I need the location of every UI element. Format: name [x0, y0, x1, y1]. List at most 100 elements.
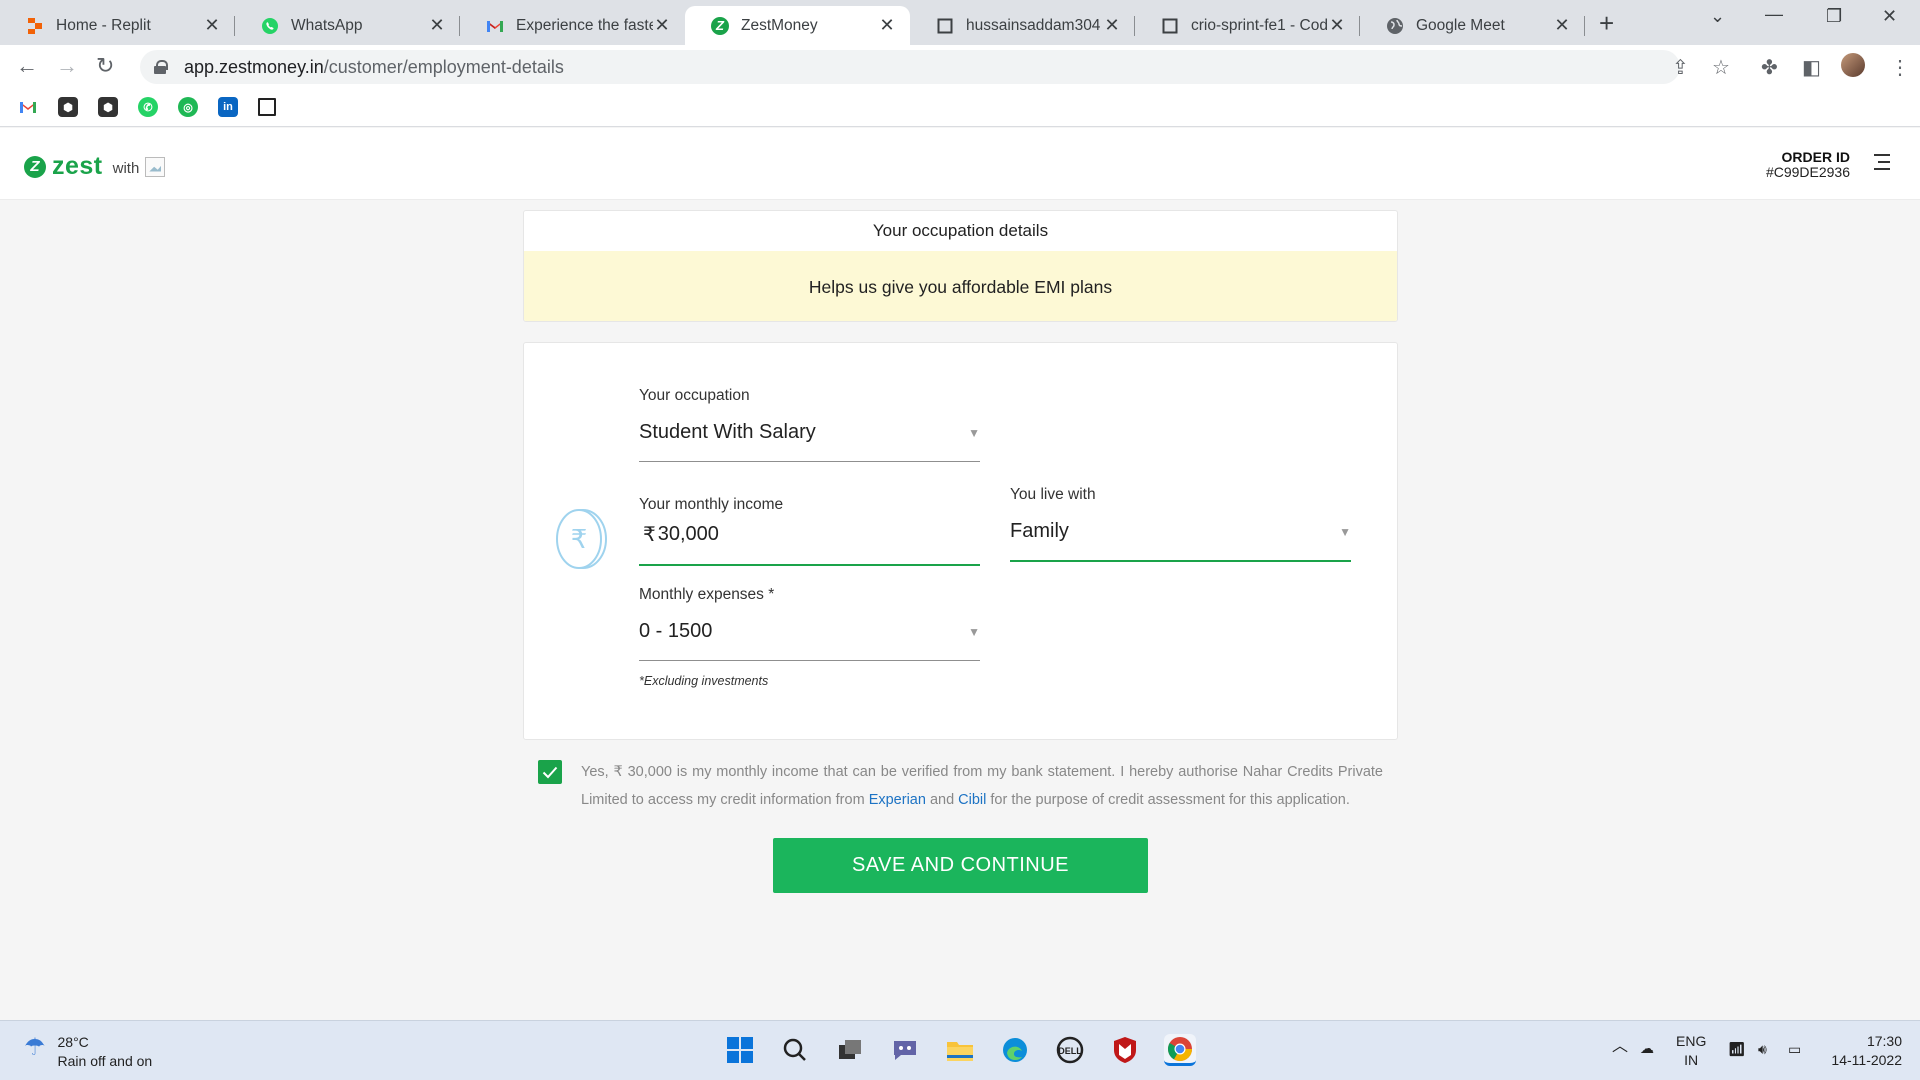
tab-google-meet[interactable]: Google Meet ✕ — [1360, 6, 1585, 45]
extensions-puzzle-icon[interactable]: ✤ — [1761, 55, 1778, 80]
tab-title: Google Meet — [1416, 16, 1505, 34]
weather-description: Rain off and on — [57, 1053, 153, 1069]
globe-icon — [1386, 17, 1404, 35]
tab-replit[interactable]: Home - Replit ✕ — [0, 6, 235, 45]
tab-whatsapp[interactable]: WhatsApp ✕ — [235, 6, 460, 45]
battery-icon[interactable]: ▭ — [1788, 1040, 1801, 1059]
windows-start-icon[interactable] — [724, 1034, 756, 1066]
hex-bookmark-icon[interactable]: ⬢ — [58, 97, 78, 117]
tab-gmail[interactable]: Experience the fastest ✕ — [460, 6, 685, 45]
restore-icon[interactable]: ❐ — [1826, 6, 1842, 27]
occupation-label: Your occupation — [639, 387, 750, 404]
occupation-select[interactable]: Your occupation Student With Salary ▼ — [639, 387, 980, 462]
order-id-label: ORDER ID — [1781, 149, 1850, 165]
tab-title: hussainsaddam304 - C — [966, 16, 1103, 34]
onedrive-cloud-icon[interactable]: ☁ — [1640, 1039, 1654, 1058]
new-tab-plus-icon[interactable]: + — [1599, 8, 1614, 39]
field-underline-active — [639, 564, 980, 566]
close-icon[interactable]: ✕ — [428, 15, 446, 36]
field-underline — [639, 660, 980, 661]
tab-separator — [1584, 16, 1585, 36]
side-panel-icon[interactable]: ◧ — [1802, 55, 1821, 80]
page-icon — [1161, 17, 1179, 35]
language-region: IN — [1684, 1052, 1699, 1068]
clock-date: 14-11-2022 — [1831, 1052, 1902, 1068]
live-with-label: You live with — [1010, 486, 1096, 503]
cibil-link[interactable]: Cibil — [958, 792, 986, 808]
logo-with-text: with — [112, 160, 140, 177]
experian-link[interactable]: Experian — [869, 792, 926, 808]
search-icon[interactable] — [779, 1034, 811, 1066]
tab-title: crio-sprint-fe1 - Code — [1191, 16, 1328, 34]
consent-text-part: for the purpose of credit assessment for… — [986, 792, 1350, 808]
more-menu-icon[interactable]: ⋮ — [1890, 55, 1910, 80]
consent-text-part: and — [925, 792, 959, 808]
url-host: app.zestmoney.in — [184, 56, 324, 77]
language-code: ENG — [1676, 1033, 1707, 1049]
wifi-icon[interactable]: 📶︎ — [1728, 1040, 1746, 1059]
consent-checkbox[interactable] — [538, 760, 562, 784]
expenses-value: 0 - 1500 — [639, 620, 713, 642]
hex-bookmark-icon[interactable]: ⬢ — [98, 97, 118, 117]
hamburger-menu-icon[interactable] — [1874, 154, 1890, 175]
tab-zestmoney[interactable]: Z ZestMoney ✕ — [685, 6, 910, 45]
clock[interactable]: 17:30 14-11-2022 — [1830, 1032, 1902, 1070]
back-arrow-icon[interactable]: ← — [16, 53, 38, 79]
green-app-bookmark-icon[interactable]: ◎ — [178, 97, 198, 117]
bookmark-star-icon[interactable]: ☆ — [1712, 55, 1730, 80]
monthly-income-input[interactable]: Your monthly income ₹30,000 — [639, 496, 980, 566]
close-icon[interactable]: ✕ — [1328, 15, 1346, 36]
task-view-icon[interactable] — [834, 1034, 866, 1066]
rupee-symbol: ₹ — [643, 524, 656, 546]
close-icon[interactable]: ✕ — [203, 15, 221, 36]
expenses-label: Monthly expenses * — [639, 586, 775, 603]
employment-form: ₹ Your occupation Student With Salary ▼ Y… — [523, 342, 1398, 740]
teams-chat-icon[interactable] — [889, 1034, 921, 1066]
close-icon[interactable]: ✕ — [653, 15, 671, 36]
close-icon[interactable]: ✕ — [1103, 15, 1121, 36]
language-indicator[interactable]: ENG IN — [1676, 1032, 1706, 1070]
dropdown-caret-icon: ▼ — [968, 425, 980, 440]
share-icon[interactable]: ⇪ — [1672, 55, 1689, 80]
zest-logo-mark-icon: Z — [24, 155, 46, 178]
close-icon[interactable]: ✕ — [878, 15, 896, 36]
live-with-select[interactable]: You live with Family ▼ — [1010, 486, 1351, 562]
address-bar[interactable]: app.zestmoney.in/customer/employment-det… — [140, 50, 1730, 84]
monthly-expenses-select[interactable]: Monthly expenses * 0 - 1500 ▼ — [639, 586, 980, 661]
whatsapp-bookmark-icon[interactable]: ✆ — [138, 97, 158, 117]
tab-hussainsaddam[interactable]: hussainsaddam304 - C ✕ — [910, 6, 1135, 45]
field-underline — [639, 461, 980, 462]
order-id-value: #C99DE2936 — [1765, 164, 1850, 180]
checkmark-icon — [542, 766, 558, 778]
page-bookmark-icon[interactable] — [258, 98, 276, 116]
rain-umbrella-icon: ☂ — [24, 1034, 46, 1061]
file-explorer-icon[interactable] — [944, 1034, 976, 1066]
linkedin-bookmark-icon[interactable]: in — [218, 97, 238, 117]
minimize-icon[interactable]: — — [1765, 4, 1783, 25]
order-info: ORDER ID #C99DE2936 — [1766, 150, 1850, 180]
clock-time: 17:30 — [1866, 1033, 1902, 1049]
chrome-icon[interactable] — [1164, 1034, 1196, 1066]
edge-browser-icon[interactable] — [999, 1034, 1031, 1066]
section-title: Your occupation details — [872, 221, 1049, 240]
tab-title: Experience the fastest — [516, 16, 653, 34]
close-icon[interactable]: ✕ — [1553, 15, 1571, 36]
zest-logo[interactable]: Z zest with — [24, 152, 166, 181]
tab-crio[interactable]: crio-sprint-fe1 - Code ✕ — [1135, 6, 1360, 45]
forward-arrow-icon[interactable]: → — [56, 53, 78, 79]
mcafee-shield-icon[interactable] — [1109, 1034, 1141, 1066]
gmail-icon — [486, 17, 504, 35]
weather-widget[interactable]: ☂ 28°C Rain off and on — [24, 1033, 152, 1071]
close-window-icon[interactable]: ✕ — [1882, 6, 1897, 27]
gmail-bookmark-icon[interactable] — [18, 97, 38, 117]
volume-icon[interactable]: 🔊︎ — [1758, 1040, 1767, 1059]
dell-icon[interactable]: DELL — [1054, 1034, 1086, 1066]
reload-icon[interactable]: ↻ — [96, 53, 114, 79]
save-and-continue-button[interactable]: SAVE AND CONTINUE — [773, 838, 1148, 893]
tab-search-chevron-icon[interactable]: ⌄ — [1710, 6, 1725, 27]
browser-toolbar: ← → ↻ app.zestmoney.in/customer/employme… — [0, 45, 1920, 89]
chevron-up-icon[interactable]: ︿ — [1612, 1037, 1628, 1056]
profile-avatar[interactable] — [1841, 53, 1865, 77]
income-value: 30,000 — [657, 523, 719, 545]
consent-text: Yes, ₹ 30,000 is my monthly income that … — [581, 758, 1383, 814]
